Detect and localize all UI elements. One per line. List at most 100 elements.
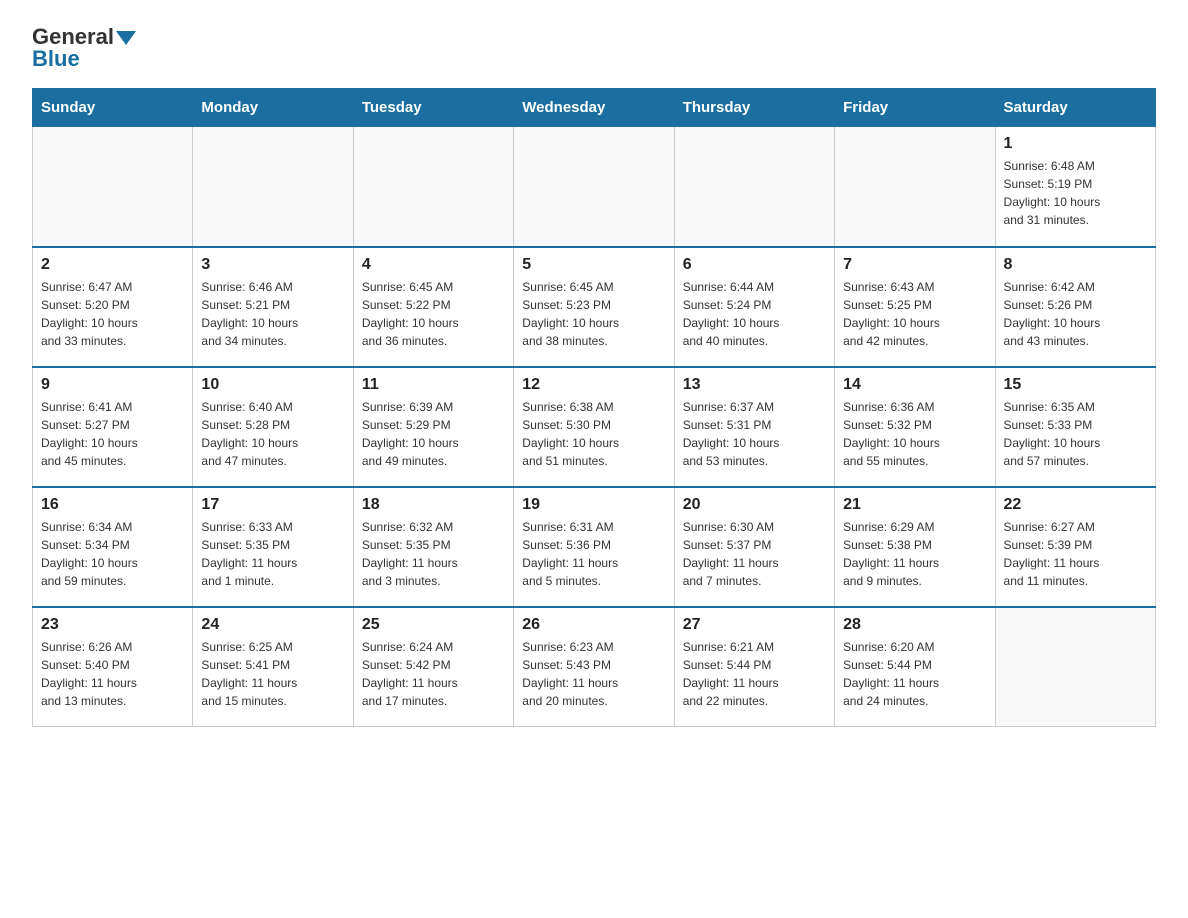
calendar-table: SundayMondayTuesdayWednesdayThursdayFrid… xyxy=(32,88,1156,727)
day-number: 20 xyxy=(683,496,826,514)
day-info: Sunrise: 6:41 AM Sunset: 5:27 PM Dayligh… xyxy=(41,398,184,470)
day-number: 15 xyxy=(1004,376,1147,394)
calendar-cell: 19 Sunrise: 6:31 AM Sunset: 5:36 PM Dayli… xyxy=(514,487,674,607)
day-info: Sunrise: 6:20 AM Sunset: 5:44 PM Dayligh… xyxy=(843,638,986,710)
day-number: 21 xyxy=(843,496,986,514)
day-number: 12 xyxy=(522,376,665,394)
calendar-cell xyxy=(674,127,834,247)
day-number: 11 xyxy=(362,376,505,394)
weekday-header-sunday: Sunday xyxy=(33,89,193,127)
day-info: Sunrise: 6:43 AM Sunset: 5:25 PM Dayligh… xyxy=(843,278,986,350)
day-info: Sunrise: 6:37 AM Sunset: 5:31 PM Dayligh… xyxy=(683,398,826,470)
day-info: Sunrise: 6:45 AM Sunset: 5:23 PM Dayligh… xyxy=(522,278,665,350)
calendar-week-row: 2 Sunrise: 6:47 AM Sunset: 5:20 PM Daylig… xyxy=(33,247,1156,367)
calendar-cell: 23Sunrise: 6:26 AM Sunset: 5:40 PM Dayli… xyxy=(33,607,193,727)
day-number: 26 xyxy=(522,616,665,634)
weekday-header-wednesday: Wednesday xyxy=(514,89,674,127)
day-info: Sunrise: 6:40 AM Sunset: 5:28 PM Dayligh… xyxy=(201,398,344,470)
logo-blue: Blue xyxy=(32,46,80,72)
calendar-week-row: 16 Sunrise: 6:34 AM Sunset: 5:34 PM Dayli… xyxy=(33,487,1156,607)
day-number: 3 xyxy=(201,256,344,274)
weekday-header-thursday: Thursday xyxy=(674,89,834,127)
day-info: Sunrise: 6:23 AM Sunset: 5:43 PM Dayligh… xyxy=(522,638,665,710)
day-info: Sunrise: 6:26 AM Sunset: 5:40 PM Dayligh… xyxy=(41,638,184,710)
calendar-cell: 20 Sunrise: 6:30 AM Sunset: 5:37 PM Dayli… xyxy=(674,487,834,607)
calendar-cell xyxy=(514,127,674,247)
day-number: 4 xyxy=(362,256,505,274)
calendar-cell: 5 Sunrise: 6:45 AM Sunset: 5:23 PM Daylig… xyxy=(514,247,674,367)
weekday-header-row: SundayMondayTuesdayWednesdayThursdayFrid… xyxy=(33,89,1156,127)
calendar-cell: 18 Sunrise: 6:32 AM Sunset: 5:35 PM Dayli… xyxy=(353,487,513,607)
calendar-cell xyxy=(835,127,995,247)
calendar-cell: 10 Sunrise: 6:40 AM Sunset: 5:28 PM Dayli… xyxy=(193,367,353,487)
day-info: Sunrise: 6:36 AM Sunset: 5:32 PM Dayligh… xyxy=(843,398,986,470)
calendar-cell: 4 Sunrise: 6:45 AM Sunset: 5:22 PM Daylig… xyxy=(353,247,513,367)
day-info: Sunrise: 6:30 AM Sunset: 5:37 PM Dayligh… xyxy=(683,518,826,590)
day-number: 1 xyxy=(1004,135,1147,153)
calendar-cell: 21Sunrise: 6:29 AM Sunset: 5:38 PM Dayli… xyxy=(835,487,995,607)
page-header: General Blue xyxy=(32,24,1156,72)
day-number: 5 xyxy=(522,256,665,274)
calendar-week-row: 23Sunrise: 6:26 AM Sunset: 5:40 PM Dayli… xyxy=(33,607,1156,727)
day-number: 25 xyxy=(362,616,505,634)
calendar-cell: 16 Sunrise: 6:34 AM Sunset: 5:34 PM Dayli… xyxy=(33,487,193,607)
calendar-cell: 1 Sunrise: 6:48 AM Sunset: 5:19 PM Daylig… xyxy=(995,127,1155,247)
calendar-cell xyxy=(353,127,513,247)
day-info: Sunrise: 6:31 AM Sunset: 5:36 PM Dayligh… xyxy=(522,518,665,590)
day-number: 8 xyxy=(1004,256,1147,274)
day-info: Sunrise: 6:33 AM Sunset: 5:35 PM Dayligh… xyxy=(201,518,344,590)
day-info: Sunrise: 6:42 AM Sunset: 5:26 PM Dayligh… xyxy=(1004,278,1147,350)
calendar-cell: 17 Sunrise: 6:33 AM Sunset: 5:35 PM Dayli… xyxy=(193,487,353,607)
calendar-cell xyxy=(193,127,353,247)
calendar-cell: 7 Sunrise: 6:43 AM Sunset: 5:25 PM Daylig… xyxy=(835,247,995,367)
calendar-cell: 11 Sunrise: 6:39 AM Sunset: 5:29 PM Dayli… xyxy=(353,367,513,487)
calendar-cell: 22 Sunrise: 6:27 AM Sunset: 5:39 PM Dayli… xyxy=(995,487,1155,607)
day-info: Sunrise: 6:34 AM Sunset: 5:34 PM Dayligh… xyxy=(41,518,184,590)
day-info: Sunrise: 6:39 AM Sunset: 5:29 PM Dayligh… xyxy=(362,398,505,470)
logo: General Blue xyxy=(32,24,136,72)
weekday-header-saturday: Saturday xyxy=(995,89,1155,127)
day-number: 7 xyxy=(843,256,986,274)
calendar-cell: 3 Sunrise: 6:46 AM Sunset: 5:21 PM Daylig… xyxy=(193,247,353,367)
day-info: Sunrise: 6:32 AM Sunset: 5:35 PM Dayligh… xyxy=(362,518,505,590)
day-number: 16 xyxy=(41,496,184,514)
calendar-cell xyxy=(33,127,193,247)
weekday-header-tuesday: Tuesday xyxy=(353,89,513,127)
day-info: Sunrise: 6:24 AM Sunset: 5:42 PM Dayligh… xyxy=(362,638,505,710)
calendar-cell: 25 Sunrise: 6:24 AM Sunset: 5:42 PM Dayli… xyxy=(353,607,513,727)
day-number: 24 xyxy=(201,616,344,634)
day-number: 18 xyxy=(362,496,505,514)
calendar-cell: 14 Sunrise: 6:36 AM Sunset: 5:32 PM Dayli… xyxy=(835,367,995,487)
weekday-header-friday: Friday xyxy=(835,89,995,127)
day-info: Sunrise: 6:47 AM Sunset: 5:20 PM Dayligh… xyxy=(41,278,184,350)
day-info: Sunrise: 6:46 AM Sunset: 5:21 PM Dayligh… xyxy=(201,278,344,350)
calendar-cell: 28Sunrise: 6:20 AM Sunset: 5:44 PM Dayli… xyxy=(835,607,995,727)
day-number: 14 xyxy=(843,376,986,394)
day-info: Sunrise: 6:27 AM Sunset: 5:39 PM Dayligh… xyxy=(1004,518,1147,590)
calendar-cell: 6 Sunrise: 6:44 AM Sunset: 5:24 PM Daylig… xyxy=(674,247,834,367)
day-info: Sunrise: 6:48 AM Sunset: 5:19 PM Dayligh… xyxy=(1004,157,1147,229)
calendar-cell: 8 Sunrise: 6:42 AM Sunset: 5:26 PM Daylig… xyxy=(995,247,1155,367)
calendar-cell: 26 Sunrise: 6:23 AM Sunset: 5:43 PM Dayli… xyxy=(514,607,674,727)
calendar-week-row: 9 Sunrise: 6:41 AM Sunset: 5:27 PM Daylig… xyxy=(33,367,1156,487)
day-number: 2 xyxy=(41,256,184,274)
weekday-header-monday: Monday xyxy=(193,89,353,127)
day-number: 17 xyxy=(201,496,344,514)
day-number: 13 xyxy=(683,376,826,394)
day-info: Sunrise: 6:38 AM Sunset: 5:30 PM Dayligh… xyxy=(522,398,665,470)
day-number: 22 xyxy=(1004,496,1147,514)
day-number: 10 xyxy=(201,376,344,394)
day-number: 19 xyxy=(522,496,665,514)
calendar-cell: 2 Sunrise: 6:47 AM Sunset: 5:20 PM Daylig… xyxy=(33,247,193,367)
day-number: 9 xyxy=(41,376,184,394)
calendar-cell: 12 Sunrise: 6:38 AM Sunset: 5:30 PM Dayli… xyxy=(514,367,674,487)
day-info: Sunrise: 6:45 AM Sunset: 5:22 PM Dayligh… xyxy=(362,278,505,350)
calendar-cell xyxy=(995,607,1155,727)
day-info: Sunrise: 6:44 AM Sunset: 5:24 PM Dayligh… xyxy=(683,278,826,350)
calendar-cell: 24 Sunrise: 6:25 AM Sunset: 5:41 PM Dayli… xyxy=(193,607,353,727)
day-info: Sunrise: 6:35 AM Sunset: 5:33 PM Dayligh… xyxy=(1004,398,1147,470)
calendar-cell: 13 Sunrise: 6:37 AM Sunset: 5:31 PM Dayli… xyxy=(674,367,834,487)
day-number: 6 xyxy=(683,256,826,274)
day-info: Sunrise: 6:25 AM Sunset: 5:41 PM Dayligh… xyxy=(201,638,344,710)
calendar-cell: 27Sunrise: 6:21 AM Sunset: 5:44 PM Dayli… xyxy=(674,607,834,727)
